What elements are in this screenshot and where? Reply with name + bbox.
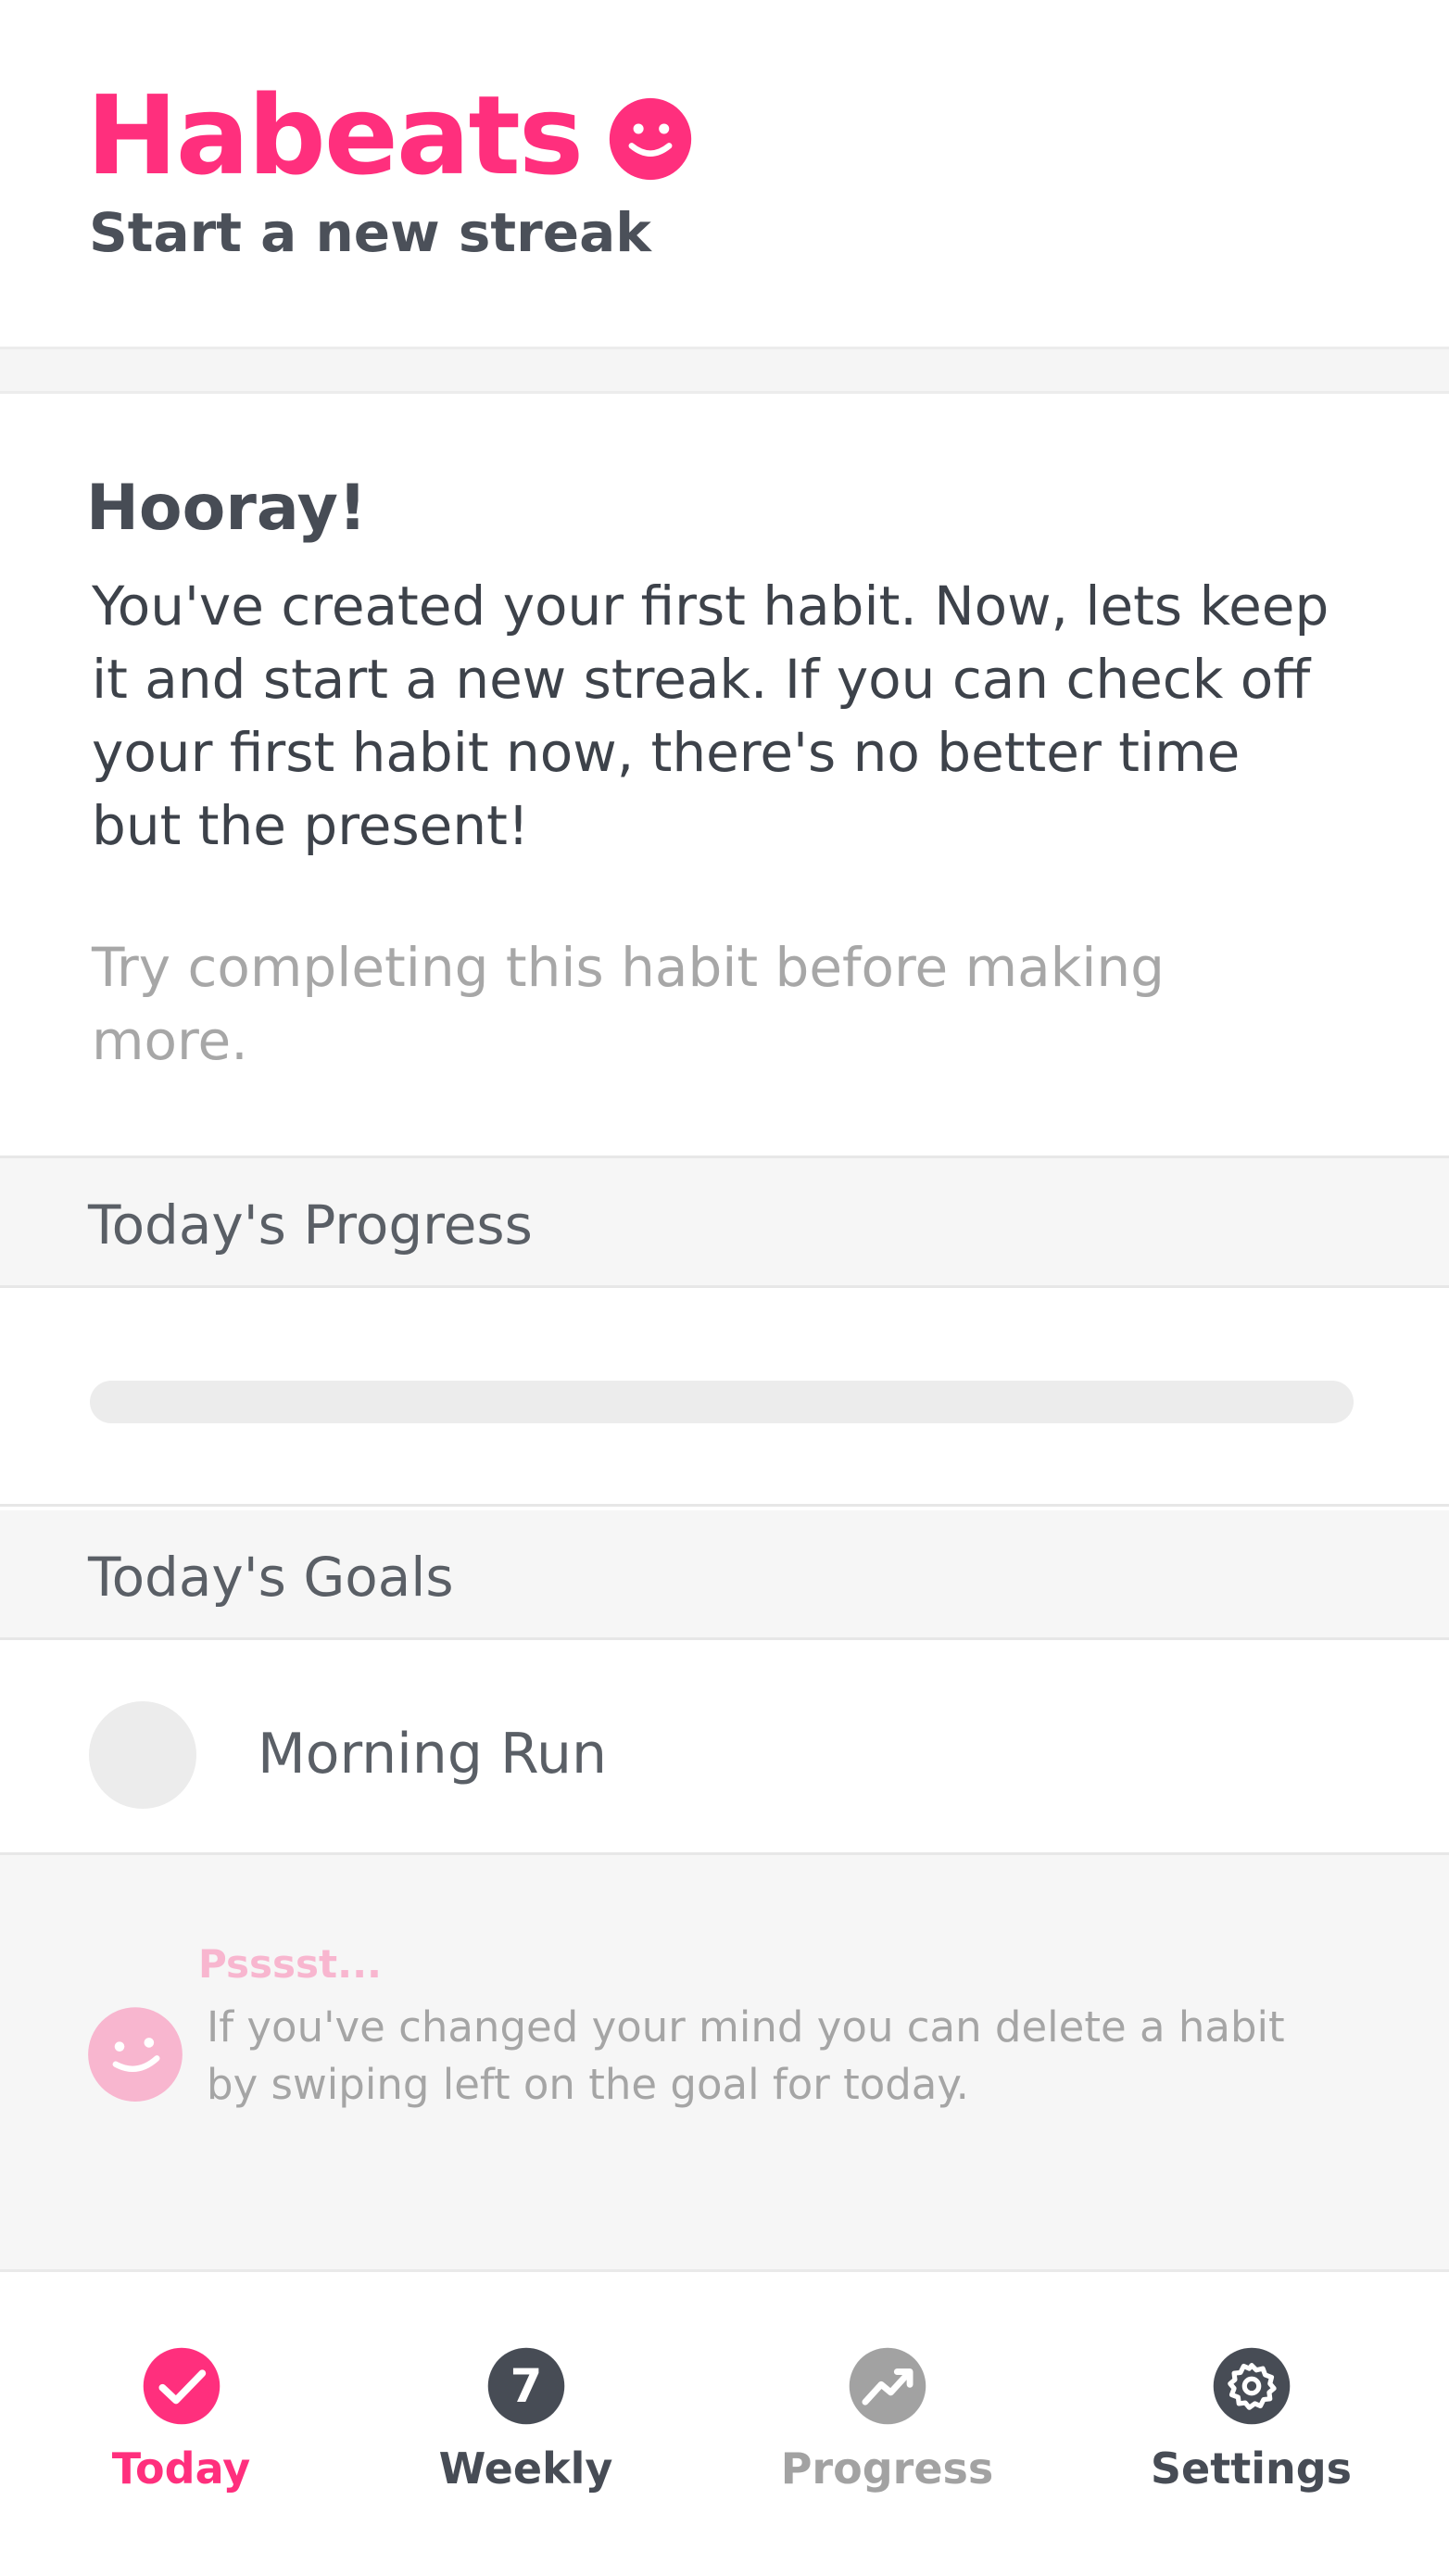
checkmark-icon [143, 2347, 220, 2425]
progress-section-header: Today's Progress [0, 1158, 1449, 1288]
progress-section-label: Today's Progress [88, 1193, 533, 1256]
gear-icon [1213, 2347, 1290, 2425]
intro-card: Hooray! You've created your first habit.… [0, 394, 1449, 1158]
goal-checkbox[interactable] [89, 1701, 196, 1809]
tab-progress[interactable]: Progress [706, 2272, 1068, 2576]
smiley-face-icon [88, 2007, 183, 2102]
tip-title: Psssst... [198, 1941, 382, 1987]
intro-hint: Try completing this habit before making … [92, 936, 1165, 1072]
goal-label: Morning Run [258, 1722, 608, 1787]
tab-today-label: Today [111, 2443, 251, 2494]
trend-up-icon [849, 2347, 926, 2425]
intro-body: You've created your first habit. Now, le… [92, 575, 1329, 857]
app-header: Habeats Start a new streak [0, 0, 1449, 349]
weekly-badge-number: 7 [510, 2359, 542, 2413]
progress-area [0, 1288, 1449, 1507]
progress-bar [90, 1381, 1354, 1423]
tip-area: Psssst... If you've changed your mind yo… [0, 1855, 1449, 2272]
goals-section-label: Today's Goals [88, 1546, 454, 1609]
tip-text: If you've changed your mind you can dele… [207, 2002, 1285, 2109]
seven-badge-icon: 7 [487, 2347, 564, 2425]
goal-row[interactable]: Morning Run [0, 1640, 1449, 1855]
smiley-face-icon [609, 97, 692, 181]
brand: Habeats [86, 76, 693, 195]
tab-progress-label: Progress [780, 2443, 994, 2494]
page-subtitle: Start a new streak [89, 201, 651, 264]
tab-settings[interactable]: Settings [1070, 2272, 1432, 2576]
goals-section-header: Today's Goals [0, 1510, 1449, 1640]
tab-weekly-label: Weekly [438, 2443, 613, 2494]
tab-today[interactable]: Today [0, 2272, 362, 2576]
intro-heading: Hooray! [86, 472, 368, 545]
tab-settings-label: Settings [1150, 2443, 1353, 2494]
tab-weekly[interactable]: 7 Weekly [345, 2272, 707, 2576]
app-title: Habeats [86, 71, 584, 199]
tab-bar: Today 7 Weekly Progress Settings [0, 2272, 1449, 2576]
header-divider [0, 349, 1449, 394]
